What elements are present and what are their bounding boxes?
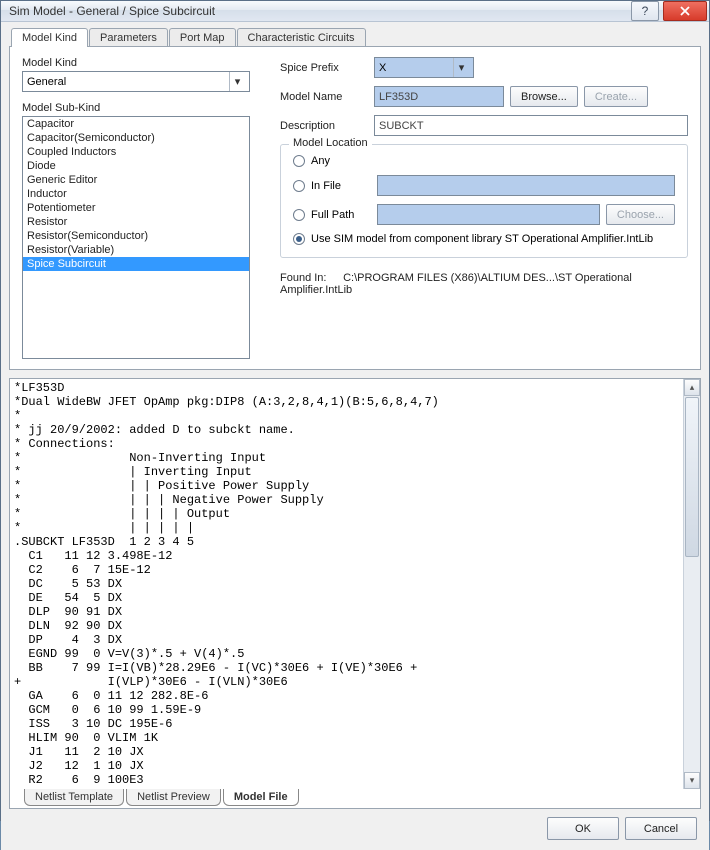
in-file-field[interactable] <box>377 175 675 196</box>
radio-full-path[interactable] <box>293 209 305 221</box>
tab-netlist-template[interactable]: Netlist Template <box>24 789 124 806</box>
footer: OK Cancel <box>9 809 701 842</box>
tab-characteristic-circuits[interactable]: Characteristic Circuits <box>237 28 366 47</box>
cancel-button[interactable]: Cancel <box>625 817 697 840</box>
list-item[interactable]: Resistor <box>23 215 249 229</box>
model-sub-kind-label: Model Sub-Kind <box>22 102 262 114</box>
scroll-down-icon[interactable]: ▾ <box>684 772 700 789</box>
create-button: Create... <box>584 86 648 107</box>
list-item[interactable]: Diode <box>23 159 249 173</box>
right-column: Spice Prefix X ▾ Model Name LF353D Brows… <box>280 57 688 359</box>
tab-model-kind[interactable]: Model Kind <box>11 28 88 47</box>
chevron-down-icon: ▾ <box>229 72 245 91</box>
model-name-field[interactable]: LF353D <box>374 86 504 107</box>
close-icon <box>680 6 690 16</box>
ok-button[interactable]: OK <box>547 817 619 840</box>
list-item[interactable]: Resistor(Variable) <box>23 243 249 257</box>
spice-prefix-label: Spice Prefix <box>280 62 374 74</box>
list-item[interactable]: Potentiometer <box>23 201 249 215</box>
content-area: Model Kind Parameters Port Map Character… <box>1 22 709 850</box>
list-item[interactable]: Generic Editor <box>23 173 249 187</box>
vertical-scrollbar[interactable]: ▴ ▾ <box>683 379 700 789</box>
tab-parameters[interactable]: Parameters <box>89 28 168 47</box>
radio-use-lib-label: Use SIM model from component library ST … <box>311 233 653 245</box>
dialog-window: Sim Model - General / Spice Subcircuit ?… <box>0 0 710 821</box>
full-path-field[interactable] <box>377 204 600 225</box>
model-kind-combo[interactable]: General ▾ <box>22 71 250 92</box>
list-item[interactable]: Inductor <box>23 187 249 201</box>
code-panel: *LF353D *Dual WideBW JFET OpAmp pkg:DIP8… <box>9 378 701 809</box>
list-item[interactable]: Spice Subcircuit <box>23 257 249 271</box>
description-field[interactable]: SUBCKT <box>374 115 688 136</box>
window-title: Sim Model - General / Spice Subcircuit <box>9 4 629 18</box>
radio-in-file-label: In File <box>311 180 377 192</box>
titlebar: Sim Model - General / Spice Subcircuit ? <box>1 1 709 22</box>
spice-prefix-value: X <box>379 62 386 74</box>
model-location-group: Model Location Any In File Full Path <box>280 144 688 258</box>
scroll-thumb[interactable] <box>685 397 699 557</box>
radio-any-label: Any <box>311 155 377 167</box>
chevron-down-icon: ▾ <box>453 58 469 77</box>
found-in-label: Found In: <box>280 272 340 284</box>
left-column: Model Kind General ▾ Model Sub-Kind Capa… <box>22 57 262 359</box>
scroll-up-icon[interactable]: ▴ <box>684 379 700 396</box>
model-kind-value: General <box>27 76 66 88</box>
model-kind-panel: Model Kind General ▾ Model Sub-Kind Capa… <box>9 46 701 370</box>
browse-button[interactable]: Browse... <box>510 86 578 107</box>
model-name-label: Model Name <box>280 91 374 103</box>
list-item[interactable]: Capacitor(Semiconductor) <box>23 131 249 145</box>
close-button[interactable] <box>663 1 707 21</box>
bottom-tabs: Netlist Template Netlist Preview Model F… <box>10 789 700 808</box>
list-item[interactable]: Coupled Inductors <box>23 145 249 159</box>
tab-model-file[interactable]: Model File <box>223 789 299 806</box>
list-item[interactable]: Capacitor <box>23 117 249 131</box>
top-tabs: Model Kind Parameters Port Map Character… <box>9 28 701 47</box>
model-sub-kind-list[interactable]: Capacitor Capacitor(Semiconductor) Coupl… <box>22 116 250 359</box>
radio-use-lib[interactable] <box>293 233 305 245</box>
tab-netlist-preview[interactable]: Netlist Preview <box>126 789 221 806</box>
choose-button: Choose... <box>606 204 675 225</box>
model-file-text[interactable]: *LF353D *Dual WideBW JFET OpAmp pkg:DIP8… <box>10 379 683 789</box>
help-button[interactable]: ? <box>631 1 659 21</box>
found-in: Found In: C:\PROGRAM FILES (X86)\ALTIUM … <box>280 272 688 296</box>
radio-in-file[interactable] <box>293 180 305 192</box>
list-item[interactable]: Resistor(Semiconductor) <box>23 229 249 243</box>
description-label: Description <box>280 120 374 132</box>
model-kind-label: Model Kind <box>22 57 262 69</box>
radio-full-path-label: Full Path <box>311 209 377 221</box>
radio-any[interactable] <box>293 155 305 167</box>
tab-port-map[interactable]: Port Map <box>169 28 236 47</box>
spice-prefix-combo[interactable]: X ▾ <box>374 57 474 78</box>
model-location-legend: Model Location <box>289 137 372 149</box>
